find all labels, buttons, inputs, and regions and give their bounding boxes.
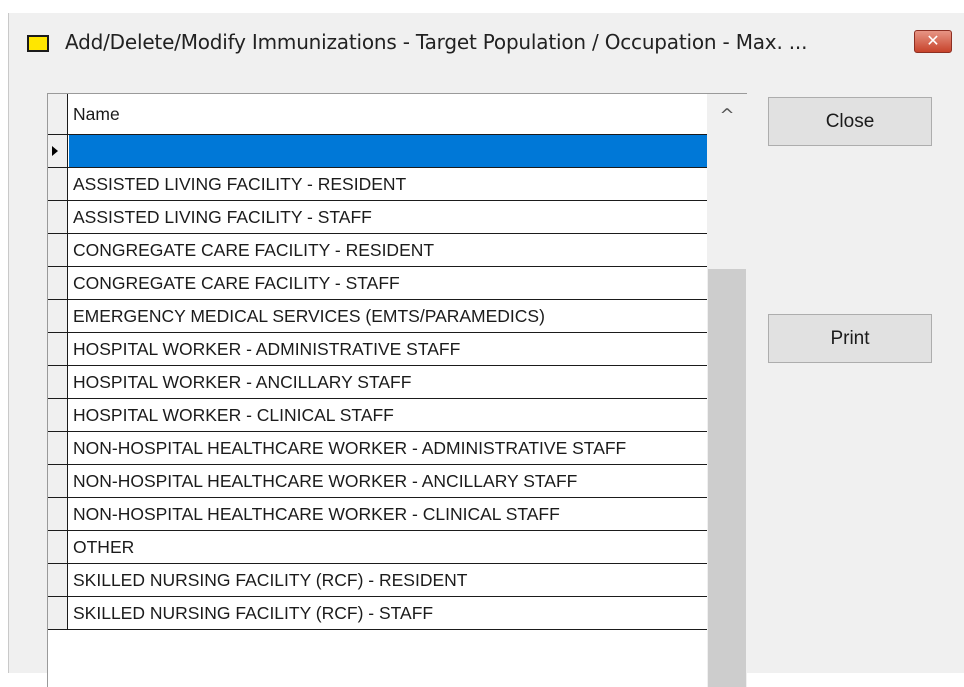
row-selector[interactable] [48,333,68,365]
name-cell[interactable]: SKILLED NURSING FACILITY (RCF) - RESIDEN… [69,564,707,596]
dialog-window: Add/Delete/Modify Immunizations - Target… [8,13,964,687]
row-selector[interactable] [48,432,68,464]
table-row[interactable]: NON-HOSPITAL HEALTHCARE WORKER - CLINICA… [48,498,707,531]
row-selector[interactable] [48,300,68,332]
name-cell[interactable]: CONGREGATE CARE FACILITY - STAFF [69,267,707,299]
table-row[interactable]: ASSISTED LIVING FACILITY - RESIDENT [48,168,707,201]
name-cell[interactable]: NON-HOSPITAL HEALTHCARE WORKER - ADMINIS… [69,432,707,464]
vertical-scrollbar[interactable]: ^ [707,94,747,687]
table-row[interactable]: HOSPITAL WORKER - ADMINISTRATIVE STAFF [48,333,707,366]
table-row[interactable]: NON-HOSPITAL HEALTHCARE WORKER - ADMINIS… [48,432,707,465]
row-selector[interactable] [48,564,68,596]
table-row[interactable] [48,135,707,168]
row-selector[interactable] [48,399,68,431]
row-selector[interactable] [48,465,68,497]
table-row[interactable]: CONGREGATE CARE FACILITY - STAFF [48,267,707,300]
row-selector[interactable] [48,366,68,398]
row-selector[interactable] [48,531,68,563]
table-row[interactable]: OTHER [48,531,707,564]
header-corner [48,94,68,134]
column-header-name[interactable]: Name [69,94,707,134]
name-cell[interactable]: HOSPITAL WORKER - ANCILLARY STAFF [69,366,707,398]
name-cell[interactable]: OTHER [69,531,707,563]
row-selector[interactable] [48,234,68,266]
name-cell[interactable]: NON-HOSPITAL HEALTHCARE WORKER - CLINICA… [69,498,707,530]
print-button[interactable]: Print [768,314,932,363]
row-selector[interactable] [48,135,68,167]
name-cell[interactable]: ASSISTED LIVING FACILITY - RESIDENT [69,168,707,200]
row-selector[interactable] [48,168,68,200]
name-cell[interactable]: CONGREGATE CARE FACILITY - RESIDENT [69,234,707,266]
name-cell[interactable]: NON-HOSPITAL HEALTHCARE WORKER - ANCILLA… [69,465,707,497]
occupation-grid: Name ASSISTED LIVING FACILITY - RESIDENT… [47,93,747,687]
table-row[interactable]: HOSPITAL WORKER - ANCILLARY STAFF [48,366,707,399]
table-row[interactable]: SKILLED NURSING FACILITY (RCF) - RESIDEN… [48,564,707,597]
current-row-pointer-icon [52,146,58,156]
name-cell[interactable]: SKILLED NURSING FACILITY (RCF) - STAFF [69,597,707,629]
row-selector[interactable] [48,597,68,629]
folder-icon [27,35,49,52]
table-row[interactable]: ASSISTED LIVING FACILITY - STAFF [48,201,707,234]
table-row[interactable]: NON-HOSPITAL HEALTHCARE WORKER - ANCILLA… [48,465,707,498]
name-cell[interactable]: ASSISTED LIVING FACILITY - STAFF [69,201,707,233]
row-selector[interactable] [48,201,68,233]
grid-header-row: Name [48,94,707,135]
name-cell[interactable]: HOSPITAL WORKER - ADMINISTRATIVE STAFF [69,333,707,365]
title-bar[interactable]: Add/Delete/Modify Immunizations - Target… [9,13,964,69]
table-row[interactable]: HOSPITAL WORKER - CLINICAL STAFF [48,399,707,432]
table-row[interactable]: SKILLED NURSING FACILITY (RCF) - STAFF [48,597,707,630]
scroll-up-icon[interactable]: ^ [707,94,747,134]
window-title: Add/Delete/Modify Immunizations - Target… [65,30,808,54]
table-row[interactable]: CONGREGATE CARE FACILITY - RESIDENT [48,234,707,267]
name-cell[interactable] [69,135,707,167]
name-cell[interactable]: HOSPITAL WORKER - CLINICAL STAFF [69,399,707,431]
name-cell[interactable]: EMERGENCY MEDICAL SERVICES (EMTS/PARAMED… [69,300,707,332]
row-selector[interactable] [48,267,68,299]
scroll-thumb[interactable] [708,269,746,687]
row-selector[interactable] [48,498,68,530]
table-row[interactable]: EMERGENCY MEDICAL SERVICES (EMTS/PARAMED… [48,300,707,333]
window-close-button[interactable]: ✕ [914,30,952,53]
close-button[interactable]: Close [768,97,932,146]
